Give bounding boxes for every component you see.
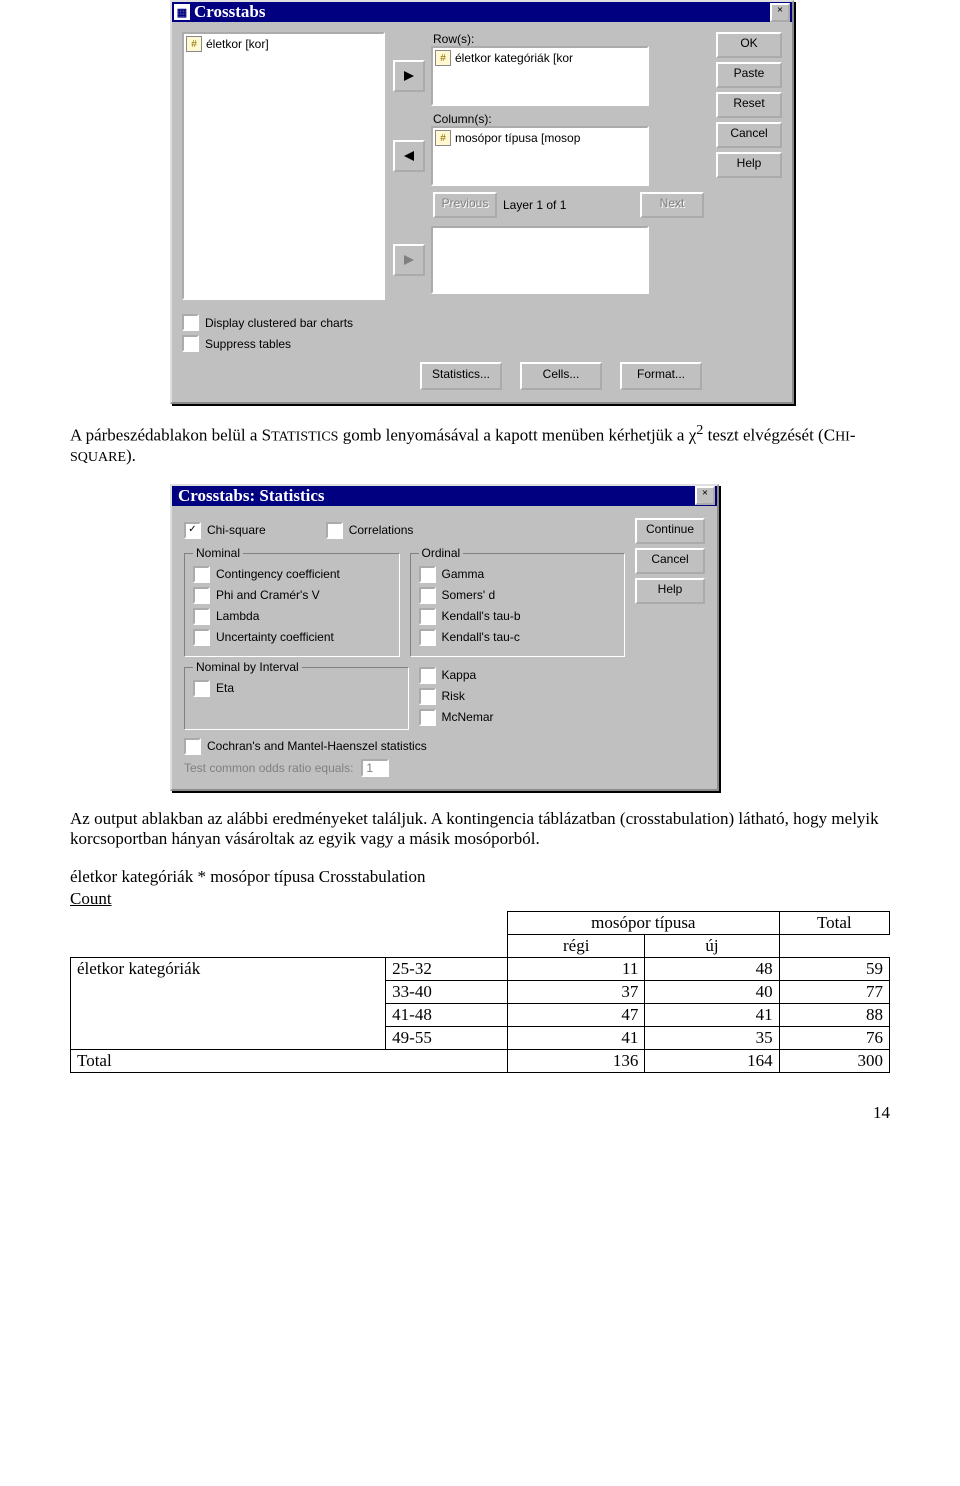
statistics-button[interactable]: Statistics... xyxy=(420,362,502,390)
checkbox-label: Suppress tables xyxy=(205,337,291,351)
odds-ratio-input: 1 xyxy=(361,759,389,777)
variable-source-list[interactable]: # életkor [kor] xyxy=(182,32,385,300)
chi-square-checkbox[interactable]: ✓ Chi-square xyxy=(184,522,266,539)
cells-button[interactable]: Cells... xyxy=(520,362,602,390)
crosstabs-titlebar: ▦ Crosstabs × xyxy=(172,2,792,22)
row-group-head: életkor kategóriák xyxy=(71,957,386,1049)
reset-button[interactable]: Reset xyxy=(716,92,782,118)
table-row: Total 136 164 300 xyxy=(71,1049,890,1072)
dialog-title: Crosstabs: Statistics xyxy=(178,486,325,506)
format-button[interactable]: Format... xyxy=(620,362,702,390)
variable-icon: # xyxy=(435,50,451,66)
crosstab-table: mosópor típusa Total régi új életkor kat… xyxy=(70,911,890,1073)
mcnemar-checkbox[interactable]: McNemar xyxy=(419,709,626,726)
window-icon: ▦ xyxy=(174,4,190,20)
layer-list[interactable] xyxy=(431,226,649,294)
list-item[interactable]: # életkor [kor] xyxy=(186,36,381,52)
tauc-checkbox[interactable]: Kendall's tau-c xyxy=(419,629,617,646)
variable-icon: # xyxy=(435,130,451,146)
list-item: # mosópor típusa [mosop xyxy=(435,130,645,146)
checkbox-label: Chi-square xyxy=(207,523,266,537)
checkbox-icon xyxy=(326,522,343,539)
continue-button[interactable]: Continue xyxy=(635,518,705,544)
table-count-label: Count xyxy=(70,889,890,909)
statistics-titlebar: Crosstabs: Statistics × xyxy=(172,486,717,506)
help-button[interactable]: Help xyxy=(635,578,705,604)
table-row: régi új xyxy=(71,934,890,957)
group-legend: Ordinal xyxy=(419,546,464,560)
ok-button[interactable]: OK xyxy=(716,32,782,58)
close-icon[interactable]: × xyxy=(770,3,790,22)
previous-button: Previous xyxy=(433,192,497,218)
layer-label: Layer 1 of 1 xyxy=(503,198,634,212)
suppress-tables-checkbox[interactable]: Suppress tables xyxy=(182,335,782,352)
move-to-layer-button xyxy=(393,244,425,276)
dialog-title: Crosstabs xyxy=(194,2,265,22)
paragraph-2: Az output ablakban az alábbi eredményeke… xyxy=(70,809,890,849)
help-button[interactable]: Help xyxy=(716,152,782,178)
lambda-checkbox[interactable]: Lambda xyxy=(193,608,391,625)
side-button-column: OK Paste Reset Cancel Help xyxy=(716,32,782,300)
rows-list[interactable]: # életkor kategóriák [kor xyxy=(431,46,649,106)
table-row: mosópor típusa Total xyxy=(71,911,890,934)
somers-checkbox[interactable]: Somers' d xyxy=(419,587,617,604)
col-head-uj: új xyxy=(645,934,779,957)
checkbox-label: Correlations xyxy=(349,523,414,537)
close-icon[interactable]: × xyxy=(695,486,715,505)
list-item-label: életkor [kor] xyxy=(206,37,269,51)
variable-icon: # xyxy=(186,36,202,52)
odds-ratio-label: Test common odds ratio equals: xyxy=(184,761,353,775)
uncertainty-checkbox[interactable]: Uncertainty coefficient xyxy=(193,629,391,646)
taub-checkbox[interactable]: Kendall's tau-b xyxy=(419,608,617,625)
display-bar-checkbox[interactable]: Display clustered bar charts xyxy=(182,314,782,331)
list-item: # életkor kategóriák [kor xyxy=(435,50,645,66)
cols-list[interactable]: # mosópor típusa [mosop xyxy=(431,126,649,186)
stats-side-buttons: Continue Cancel Help xyxy=(635,518,705,777)
list-item-label: mosópor típusa [mosop xyxy=(455,131,580,145)
checkbox-icon xyxy=(182,335,199,352)
checkbox-icon xyxy=(182,314,199,331)
checkbox-icon: ✓ xyxy=(184,522,201,539)
col-head-regi: régi xyxy=(508,934,645,957)
group-legend: Nominal xyxy=(193,546,243,560)
cancel-button[interactable]: Cancel xyxy=(635,548,705,574)
contingency-coef-checkbox[interactable]: Contingency coefficient xyxy=(193,566,391,583)
move-to-rows-button[interactable] xyxy=(393,60,425,92)
table-caption: életkor kategóriák * mosópor típusa Cros… xyxy=(70,867,890,887)
correlations-checkbox[interactable]: Correlations xyxy=(326,522,414,539)
crosstabs-dialog: ▦ Crosstabs × # életkor [kor] Row(s): xyxy=(170,0,794,404)
group-legend: Nominal by Interval xyxy=(193,660,302,674)
col-group-head: mosópor típusa xyxy=(508,911,780,934)
gamma-checkbox[interactable]: Gamma xyxy=(419,566,617,583)
table-row: életkor kategóriák 25-32 11 48 59 xyxy=(71,957,890,980)
paste-button[interactable]: Paste xyxy=(716,62,782,88)
statistics-dialog: Crosstabs: Statistics × ✓ Chi-square Cor… xyxy=(170,484,719,791)
phi-checkbox[interactable]: Phi and Cramér's V xyxy=(193,587,391,604)
kappa-checkbox[interactable]: Kappa xyxy=(419,667,626,684)
column-label: Column(s): xyxy=(433,112,708,126)
risk-checkbox[interactable]: Risk xyxy=(419,688,626,705)
next-button: Next xyxy=(640,192,704,218)
page-number: 14 xyxy=(70,1103,890,1123)
cancel-button[interactable]: Cancel xyxy=(716,122,782,148)
move-to-cols-button[interactable] xyxy=(393,140,425,172)
checkbox-label: Display clustered bar charts xyxy=(205,316,353,330)
cmh-checkbox[interactable]: Cochran's and Mantel-Haenszel statistics xyxy=(184,738,625,755)
row-label: Row(s): xyxy=(433,32,708,46)
list-item-label: életkor kategóriák [kor xyxy=(455,51,573,65)
total-head: Total xyxy=(779,911,889,934)
paragraph-1: A párbeszédablakon belül a STATISTICS go… xyxy=(70,422,890,466)
eta-checkbox[interactable]: Eta xyxy=(193,680,400,697)
